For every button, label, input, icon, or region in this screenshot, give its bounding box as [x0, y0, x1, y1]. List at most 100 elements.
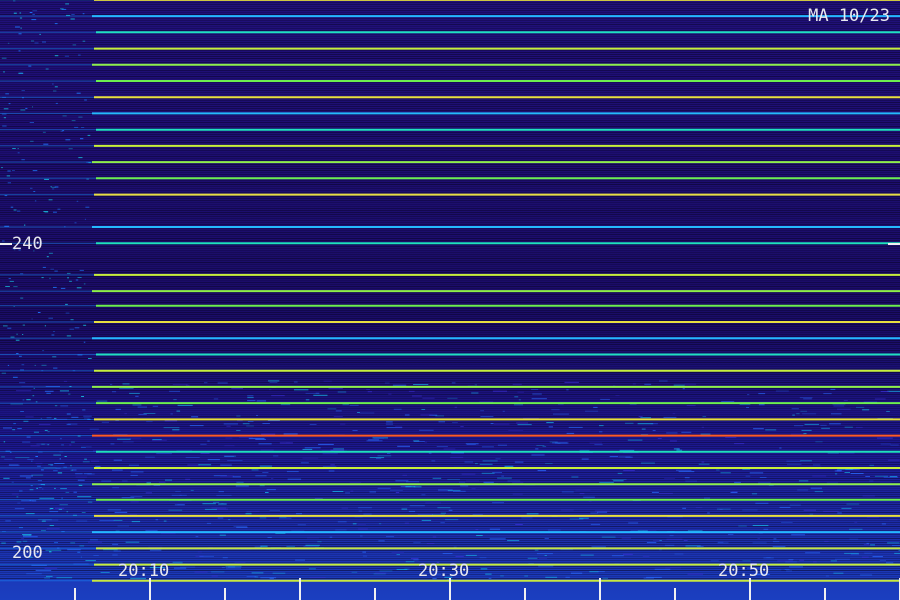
noise-speckle [651, 491, 659, 493]
x-tick-label-2010: 20:10 [118, 561, 170, 581]
noise-speckle [866, 516, 879, 518]
noise-speckle [701, 426, 704, 428]
noise-speckle [330, 464, 335, 466]
noise-speckle [14, 508, 25, 510]
noise-speckle [599, 481, 614, 483]
noise-speckle [7, 182, 11, 184]
noise-speckle [271, 395, 285, 397]
noise-speckle [21, 364, 25, 366]
noise-streak [0, 228, 900, 229]
noise-streak [0, 230, 900, 231]
noise-speckle [643, 577, 654, 579]
noise-streak [0, 168, 900, 169]
noise-streak [0, 284, 900, 285]
noise-speckle [561, 491, 574, 493]
noise-speckle [248, 437, 265, 439]
noise-speckle [589, 571, 599, 573]
noise-streak [0, 102, 900, 103]
noise-speckle [32, 10, 38, 12]
noise-speckle [161, 533, 176, 535]
noise-speckle [16, 353, 19, 354]
noise-speckle [7, 42, 10, 44]
noise-speckle [751, 493, 758, 495]
noise-speckle [62, 115, 67, 117]
noise-streak [0, 504, 900, 505]
noise-streak [0, 334, 900, 335]
noise-speckle [112, 469, 123, 471]
noise-streak [0, 164, 900, 165]
noise-speckle [421, 494, 426, 496]
noise-streak [0, 180, 900, 181]
noise-speckle [223, 423, 238, 425]
noise-streak [0, 152, 900, 153]
noise-speckle [198, 464, 212, 466]
noise-speckle [483, 481, 494, 483]
noise-speckle [4, 458, 13, 460]
noise-speckle [75, 279, 79, 281]
noise-streak [0, 488, 900, 489]
noise-speckle [77, 496, 92, 498]
noise-speckle [593, 406, 598, 408]
noise-speckle [638, 416, 643, 418]
noise-streak [0, 456, 900, 457]
noise-speckle [81, 446, 86, 448]
noise-streak [0, 364, 900, 365]
noise-speckle [501, 475, 504, 477]
noise-speckle [887, 390, 900, 392]
noise-streak [0, 14, 900, 15]
noise-streak [0, 158, 900, 159]
noise-speckle [53, 90, 57, 92]
noise-streak [0, 428, 900, 429]
noise-streak [0, 336, 900, 337]
noise-speckle [538, 565, 554, 567]
noise-speckle [303, 545, 319, 547]
noise-speckle [763, 528, 769, 530]
noise-speckle [55, 507, 65, 509]
noise-streak [0, 422, 900, 423]
noise-speckle [886, 562, 894, 564]
noise-speckle [565, 576, 570, 578]
noise-speckle [640, 417, 651, 419]
noise-speckle [789, 566, 803, 568]
noise-speckle [11, 481, 14, 483]
noise-streak [0, 264, 900, 265]
noise-speckle [70, 18, 75, 20]
noise-speckle [813, 561, 817, 563]
noise-speckle [87, 501, 93, 503]
noise-speckle [8, 278, 11, 279]
noise-speckle [74, 327, 80, 329]
noise-speckle [877, 437, 893, 439]
noise-streak [0, 390, 900, 391]
noise-speckle [862, 495, 875, 497]
noise-speckle [814, 491, 823, 493]
noise-speckle [15, 26, 20, 28]
noise-speckle [95, 465, 101, 467]
noise-streak [0, 288, 900, 289]
noise-speckle [402, 474, 407, 476]
noise-speckle [211, 507, 227, 509]
noise-speckle [19, 475, 33, 477]
noise-speckle [665, 567, 681, 569]
noise-speckle [678, 471, 695, 473]
noise-speckle [80, 138, 84, 140]
noise-speckle [663, 416, 677, 418]
noise-speckle [82, 40, 86, 42]
noise-streak [0, 346, 900, 347]
noise-speckle [20, 109, 26, 111]
noise-speckle [185, 478, 191, 480]
noise-speckle [548, 426, 553, 428]
noise-speckle [328, 387, 343, 389]
noise-streak [0, 286, 900, 287]
noise-streak [0, 136, 900, 137]
noise-streak [0, 76, 900, 77]
noise-speckle [798, 480, 809, 482]
noise-speckle [341, 507, 348, 509]
noise-speckle [549, 441, 558, 443]
noise-speckle [112, 391, 117, 393]
noise-speckle [827, 452, 839, 454]
noise-speckle [49, 525, 54, 526]
noise-speckle [820, 424, 827, 426]
spectrogram-chart [0, 0, 900, 600]
noise-speckle [168, 509, 183, 511]
noise-speckle [33, 191, 36, 192]
